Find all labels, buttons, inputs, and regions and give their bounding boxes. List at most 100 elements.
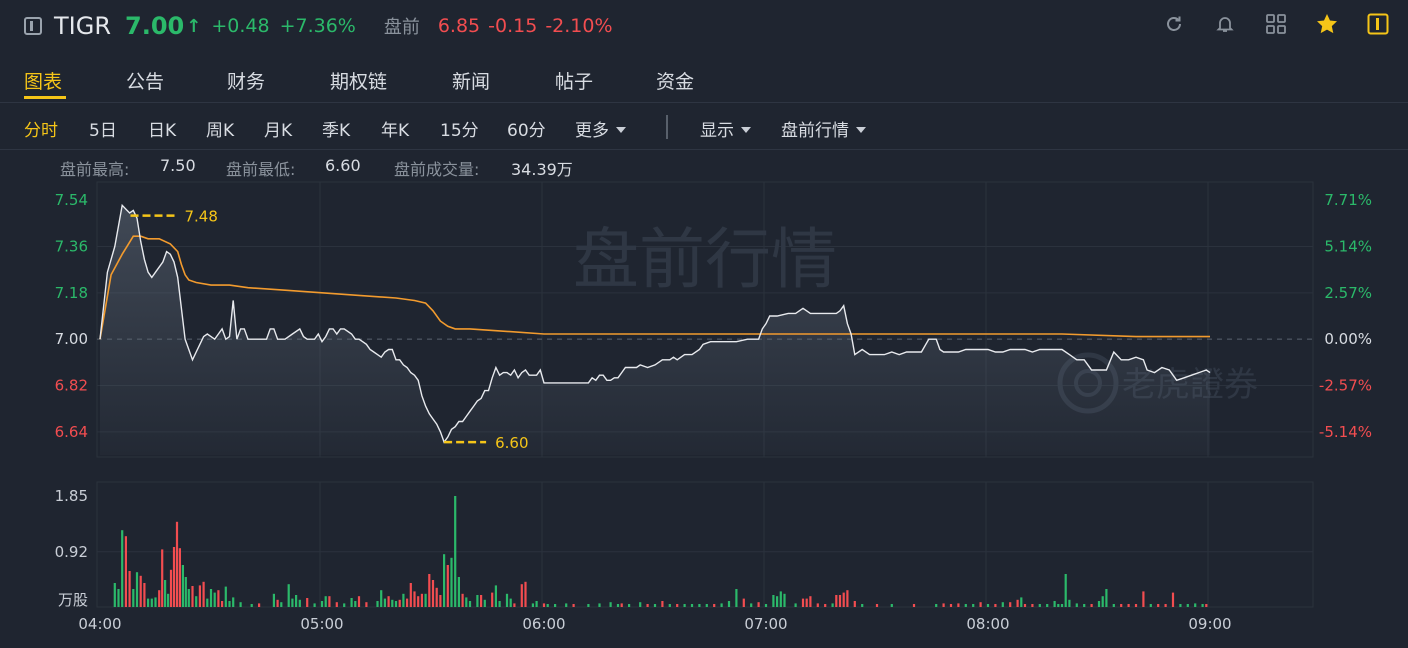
volume-bar [535, 601, 538, 607]
period-5day[interactable]: 5日 [89, 116, 117, 141]
volume-bar [1127, 604, 1130, 607]
volume-bar [831, 603, 834, 607]
tab-capital-flow[interactable]: 资金 [656, 67, 694, 94]
volume-unit-label: 万股 [58, 591, 88, 609]
volume-bar [842, 592, 845, 607]
volume-bar [258, 603, 261, 607]
low-label: 盘前最低: [226, 160, 296, 179]
chevron-down-icon [741, 127, 751, 133]
volume-bar [187, 589, 190, 607]
volume-bar [398, 599, 401, 607]
volume-bar [221, 601, 224, 607]
period-weekly[interactable]: 周K [206, 116, 234, 141]
volume-bar [1157, 604, 1160, 607]
volume-bar [1031, 604, 1034, 607]
period-daily[interactable]: 日K [148, 116, 176, 141]
volume-bar [376, 601, 379, 607]
volume-bar [435, 587, 438, 607]
volume-bar [676, 604, 679, 607]
period-monthly[interactable]: 月K [264, 116, 292, 141]
volume-panel-frame [96, 481, 1314, 608]
last-price: 7.00 [125, 12, 185, 40]
volume-bar [1046, 604, 1049, 607]
volume-bar [1020, 597, 1023, 607]
star-icon[interactable] [1315, 12, 1339, 36]
session-dropdown[interactable]: 盘前行情 [781, 116, 866, 141]
price-axis-label: 7.36 [55, 237, 88, 255]
intraday-chart[interactable]: 盘前行情 老虎證券 7.486.60 7.547.367.187.006.826… [0, 180, 1408, 648]
volume-bar [280, 602, 283, 607]
period-60min[interactable]: 60分 [507, 116, 546, 141]
period-yearly[interactable]: 年K [381, 116, 409, 141]
volume-bar [1194, 603, 1197, 607]
volume-bar [772, 595, 775, 607]
tab-options-chain[interactable]: 期权链 [330, 67, 387, 94]
time-axis-label: 05:00 [300, 615, 343, 633]
refresh-icon[interactable] [1162, 12, 1186, 36]
volume-bar [1060, 604, 1064, 607]
volume-bar [1016, 599, 1019, 607]
volume-bar [287, 584, 290, 607]
volume-bar [1053, 601, 1056, 607]
volume-bar [524, 581, 527, 607]
display-label: 显示 [700, 121, 734, 141]
bell-icon[interactable] [1213, 12, 1237, 36]
volume-bar [150, 598, 153, 607]
more-dropdown[interactable]: 更多 [575, 116, 626, 141]
volume-bar [824, 604, 827, 607]
grid-icon[interactable] [1264, 12, 1288, 36]
volume-bar [164, 580, 167, 607]
volume-bar [465, 597, 468, 607]
volume-bar [184, 577, 187, 607]
percent-axis-label: -5.14% [1319, 423, 1372, 441]
volume-bar [816, 603, 819, 607]
volume-bar [750, 603, 753, 607]
volume-bar [776, 596, 779, 607]
volume-bar [616, 604, 620, 607]
chevron-down-icon [856, 127, 866, 133]
tab-news[interactable]: 新闻 [452, 67, 490, 94]
volume-bar [609, 602, 612, 607]
volume-bar [505, 593, 509, 607]
premarket-change: -0.15 [488, 15, 538, 37]
volume-bar [391, 599, 394, 607]
volume-bar [498, 601, 501, 607]
tab-chart[interactable]: 图表 [24, 67, 62, 94]
volume-bar [483, 599, 486, 607]
collapse-panel-icon[interactable] [24, 17, 42, 35]
period-intraday[interactable]: 分时 [24, 116, 58, 141]
volume-bar [1186, 604, 1189, 607]
display-dropdown[interactable]: 显示 [700, 116, 751, 141]
volume-bar [742, 598, 745, 607]
volume-bar [598, 603, 601, 607]
volume-bar [217, 590, 220, 607]
volume-bar [690, 604, 694, 607]
volume-bar [132, 589, 135, 607]
volume-bar [169, 569, 173, 607]
volume-bar [121, 530, 124, 607]
tab-financials[interactable]: 财务 [227, 67, 265, 94]
volume-bar [468, 601, 472, 607]
volume-bar [628, 604, 631, 607]
volume-bar [1112, 604, 1115, 607]
sidebar-toggle-icon[interactable] [1366, 12, 1390, 36]
tab-announcements[interactable]: 公告 [126, 67, 164, 94]
tab-posts[interactable]: 帖子 [555, 67, 593, 94]
volume-bar [446, 565, 449, 607]
volume-bar [1068, 599, 1071, 607]
volume-bar [431, 580, 435, 607]
volume-bar [494, 585, 497, 607]
volume-bar [668, 604, 671, 607]
volume-bar [357, 596, 361, 607]
volume-bar [764, 604, 768, 607]
period-15min[interactable]: 15分 [440, 116, 479, 141]
period-quarterly[interactable]: 季K [322, 116, 350, 141]
volume-bar [805, 598, 808, 607]
volume-bar [443, 554, 446, 607]
volume-bar [713, 604, 716, 607]
volume-bar [720, 603, 723, 607]
volume-bar [172, 547, 176, 607]
volume-bar [838, 595, 842, 607]
volume-bar [298, 599, 301, 607]
high-value: 7.50 [160, 156, 196, 175]
